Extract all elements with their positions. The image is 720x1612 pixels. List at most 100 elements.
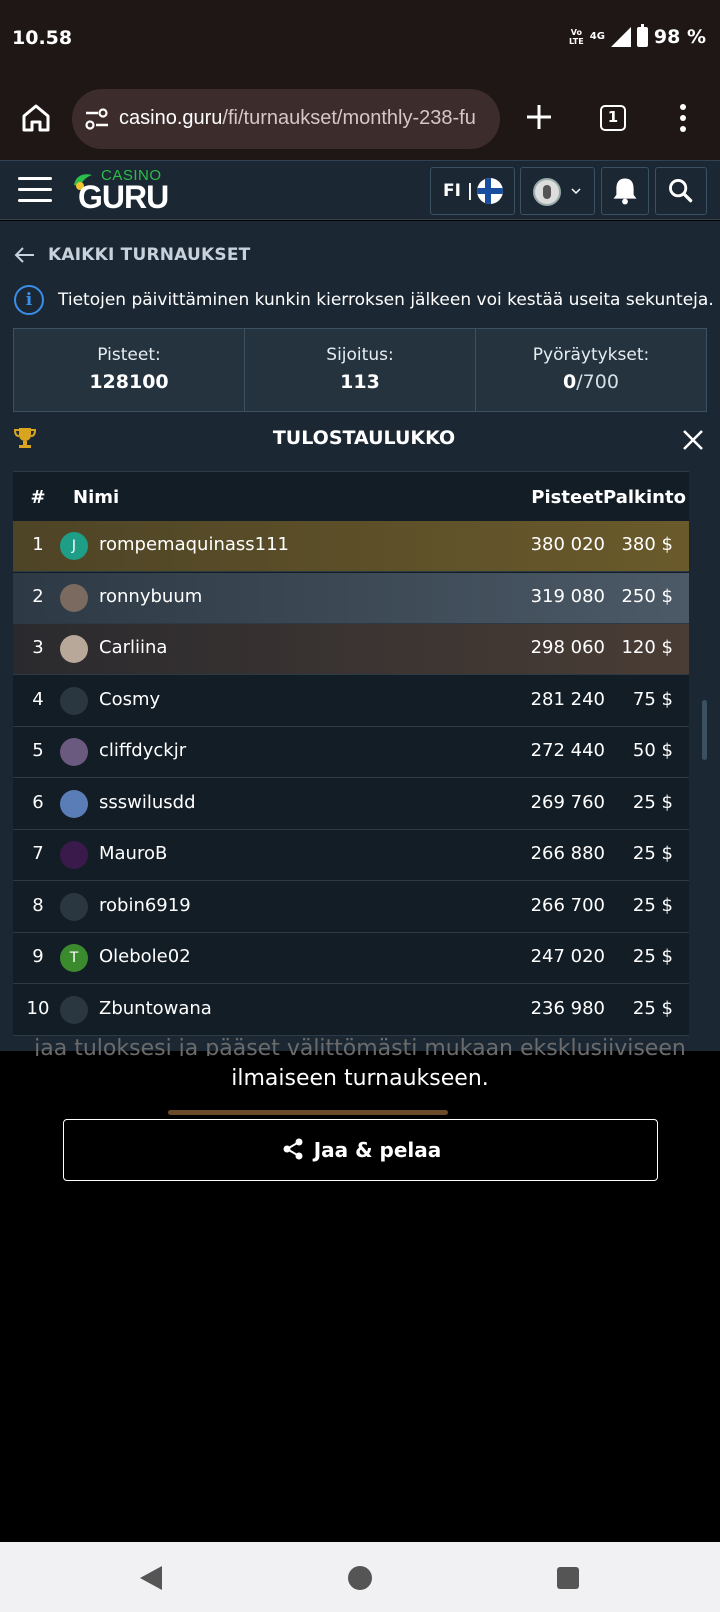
row-player-name: Zbuntowana xyxy=(99,997,212,1019)
share-icon xyxy=(283,1138,303,1160)
table-row[interactable]: 6 ssswilusdd 269 760 25 $ xyxy=(13,779,689,830)
info-text: Tietojen päivittäminen kunkin kierroksen… xyxy=(58,290,714,310)
row-prize: 50 $ xyxy=(632,740,673,761)
row-points: 272 440 xyxy=(530,740,605,761)
back-triangle-icon[interactable] xyxy=(138,1564,164,1592)
stat-points-value: 128100 xyxy=(89,371,169,393)
row-prize: 120 $ xyxy=(621,637,673,658)
player-stats: Pisteet: 128100 Sijoitus: 113 Pyöräytyks… xyxy=(13,328,707,412)
status-indicators: Vo LTE 4G 98 % xyxy=(569,24,706,48)
row-rank: 1 xyxy=(32,534,44,555)
row-player-name: Olebole02 xyxy=(99,946,191,967)
menu-icon[interactable] xyxy=(18,177,52,203)
tournament-panel: KAIKKI TURNAUKSET i Tietojen päivittämin… xyxy=(0,221,720,1051)
row-prize: 25 $ xyxy=(632,946,673,967)
close-icon[interactable] xyxy=(682,429,704,451)
header-name: Nimi xyxy=(73,487,120,508)
spins-total: /700 xyxy=(576,371,619,393)
row-rank: 2 xyxy=(32,585,44,607)
row-player-name: Cosmy xyxy=(99,688,161,710)
tab-switcher-button[interactable]: 1 xyxy=(600,105,626,131)
player-avatar: T xyxy=(60,944,88,972)
stat-spins: Pyöräytykset: 0/700 xyxy=(476,329,706,411)
promo-faded-text: jaa tuloksesi ja pääset välittömästi muk… xyxy=(34,1036,686,1056)
row-player-name: cliffdyckjr xyxy=(99,740,187,761)
table-row[interactable]: 10 Zbuntowana 236 980 25 $ xyxy=(13,985,689,1036)
table-row[interactable]: 1 Jrompemaquinass111 380 020 380 $ xyxy=(13,521,689,572)
status-time: 10.58 xyxy=(12,27,73,49)
table-row[interactable]: 3 Carliina 298 060 120 $ xyxy=(13,624,689,675)
leaderboard-title: TULOSTAULUKKO xyxy=(272,427,456,449)
row-points: 266 700 xyxy=(530,894,605,916)
address-bar[interactable]: casino.guru/fi/turnaukset/monthly-238-fu xyxy=(72,89,500,149)
row-player-name: ronnybuum xyxy=(99,585,203,607)
recents-square-icon[interactable] xyxy=(556,1566,580,1590)
network-type: 4G xyxy=(589,31,605,42)
row-prize: 380 $ xyxy=(621,534,673,555)
row-player-name: robin6919 xyxy=(99,894,191,916)
row-points: 281 240 xyxy=(530,688,605,710)
stat-rank: Sijoitus: 113 xyxy=(245,329,476,411)
row-points: 269 760 xyxy=(530,791,605,813)
url-host: casino.guru xyxy=(119,107,223,129)
search-icon xyxy=(669,179,693,203)
row-points: 298 060 xyxy=(530,637,605,658)
screen: 10.58 Vo LTE 4G 98 % casino.guru/fi/turn… xyxy=(0,0,720,1612)
row-rank: 10 xyxy=(26,997,50,1019)
promo-progress-bar xyxy=(168,1110,448,1115)
row-player-name: Carliina xyxy=(99,637,168,658)
back-link[interactable]: KAIKKI TURNAUKSET xyxy=(14,245,250,265)
row-prize: 25 $ xyxy=(632,791,673,813)
search-button[interactable] xyxy=(655,167,707,215)
row-rank: 8 xyxy=(32,894,44,916)
leaderboard-header: TULOSTAULUKKO xyxy=(0,413,720,463)
notifications-button[interactable] xyxy=(601,167,649,215)
table-row[interactable]: 2 ronnybuum 319 080 250 $ xyxy=(13,572,689,624)
table-row[interactable]: 5 cliffdyckjr 272 440 50 $ xyxy=(13,727,689,778)
leaderboard-table[interactable]: # Nimi Pisteet Palkinto 1 Jrompemaquinass… xyxy=(13,471,689,1036)
row-player-name: MauroB xyxy=(99,843,168,864)
player-avatar xyxy=(60,686,88,715)
volte-icon: Vo LTE xyxy=(569,28,584,46)
stat-spins-value: 0/700 xyxy=(476,371,706,393)
table-row[interactable]: 7 MauroB 266 880 25 $ xyxy=(13,830,689,881)
info-icon: i xyxy=(14,285,44,315)
arrow-left-icon xyxy=(14,247,34,263)
chevron-down-icon xyxy=(571,188,581,195)
browser-toolbar: casino.guru/fi/turnaukset/monthly-238-fu… xyxy=(0,80,720,160)
player-avatar xyxy=(60,635,88,663)
row-prize: 250 $ xyxy=(621,585,673,607)
row-rank: 9 xyxy=(32,946,44,967)
user-menu-button[interactable] xyxy=(520,167,595,215)
table-scrollbar[interactable] xyxy=(702,700,707,760)
more-options-icon[interactable] xyxy=(678,102,688,134)
row-rank: 4 xyxy=(32,688,44,710)
table-row[interactable]: 8 robin6919 266 700 25 $ xyxy=(13,882,689,933)
site-settings-icon[interactable] xyxy=(84,107,110,131)
row-rank: 6 xyxy=(32,791,44,813)
share-and-play-button[interactable]: Jaa & pelaa xyxy=(63,1119,658,1181)
url-text: casino.guru/fi/turnaukset/monthly-238-fu xyxy=(119,107,476,130)
new-tab-icon[interactable] xyxy=(524,102,554,132)
header-rank: # xyxy=(30,487,46,508)
home-circle-icon[interactable] xyxy=(346,1564,374,1592)
player-avatar xyxy=(60,738,88,766)
row-points: 380 020 xyxy=(530,534,605,555)
player-avatar xyxy=(60,995,88,1024)
row-points: 319 080 xyxy=(530,585,605,607)
stat-spins-label: Pyöräytykset: xyxy=(532,345,650,365)
signal-icon xyxy=(610,27,631,47)
row-prize: 25 $ xyxy=(632,997,673,1019)
language-selector[interactable]: FI | xyxy=(430,167,515,215)
row-points: 247 020 xyxy=(530,946,605,967)
row-prize: 25 $ xyxy=(632,894,673,916)
header-prize: Palkinto xyxy=(603,487,686,508)
casino-guru-logo[interactable]: CASINO GURU xyxy=(70,167,170,215)
table-row[interactable]: 9 T Olebole02 247 020 25 $ xyxy=(13,933,689,984)
stat-rank-label: Sijoitus: xyxy=(326,345,394,365)
row-prize: 75 $ xyxy=(632,688,673,710)
home-icon[interactable] xyxy=(16,98,56,138)
info-notice: i Tietojen päivittäminen kunkin kierroks… xyxy=(14,285,714,315)
table-row[interactable]: 4 Cosmy 281 240 75 $ xyxy=(13,676,689,727)
status-bar: 10.58 Vo LTE 4G 98 % xyxy=(0,0,720,80)
